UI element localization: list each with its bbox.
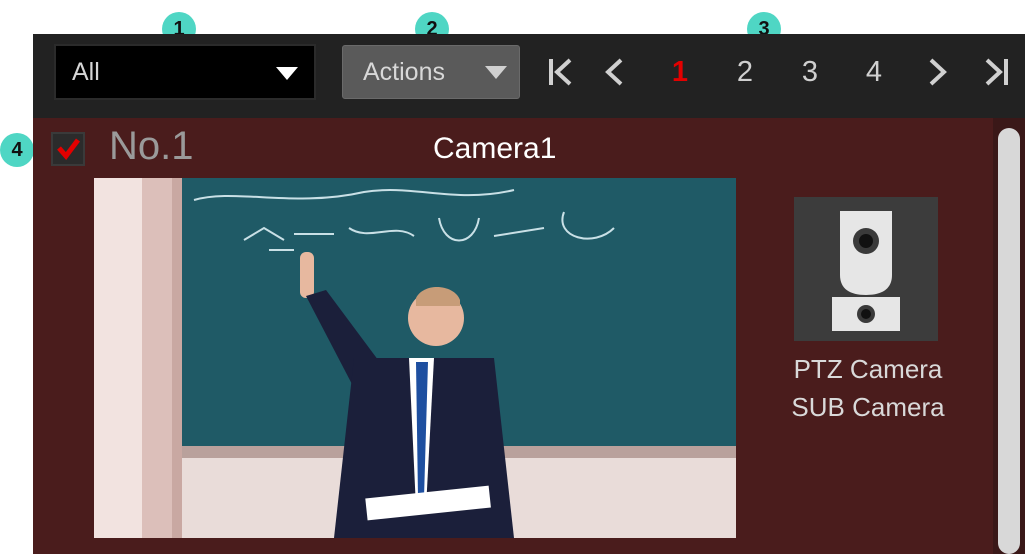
- page-3[interactable]: 3: [795, 52, 825, 92]
- camera-name: Camera1: [433, 132, 557, 165]
- camera-number: No.1: [109, 124, 194, 168]
- next-page-button[interactable]: [923, 52, 953, 92]
- page-2[interactable]: 2: [730, 52, 760, 92]
- page-1[interactable]: 1: [665, 52, 695, 92]
- camera-video-thumbnail[interactable]: [94, 178, 736, 538]
- camera-type-label: PTZ Camera SUB Camera: [768, 350, 968, 426]
- classroom-image: [94, 178, 736, 538]
- checkmark-icon: [57, 138, 80, 160]
- callout-4: 4: [0, 133, 34, 167]
- camera-type-tile: [794, 197, 938, 341]
- toolbar: All Actions 1 2 3 4: [33, 34, 1025, 118]
- scrollbar-thumb[interactable]: [998, 128, 1020, 554]
- camera-type-line1: PTZ Camera: [793, 354, 943, 384]
- last-page-icon: [985, 58, 1008, 86]
- prev-page-button[interactable]: [599, 52, 629, 92]
- prev-page-icon: [605, 58, 623, 86]
- last-page-button[interactable]: [979, 52, 1013, 92]
- first-page-button[interactable]: [544, 52, 578, 92]
- first-page-icon: [549, 58, 572, 86]
- page-4[interactable]: 4: [859, 52, 889, 92]
- ptz-camera-icon: [832, 211, 900, 331]
- camera-type-line2: SUB Camera: [791, 392, 945, 422]
- camera-panel: No.1 Camera1 PTZ Camera SUB Camera: [33, 118, 1025, 554]
- vertical-scrollbar[interactable]: [993, 118, 1025, 554]
- camera-select-checkbox[interactable]: [51, 132, 85, 166]
- next-page-icon: [929, 58, 947, 86]
- pagination: 1 2 3 4: [33, 52, 1025, 92]
